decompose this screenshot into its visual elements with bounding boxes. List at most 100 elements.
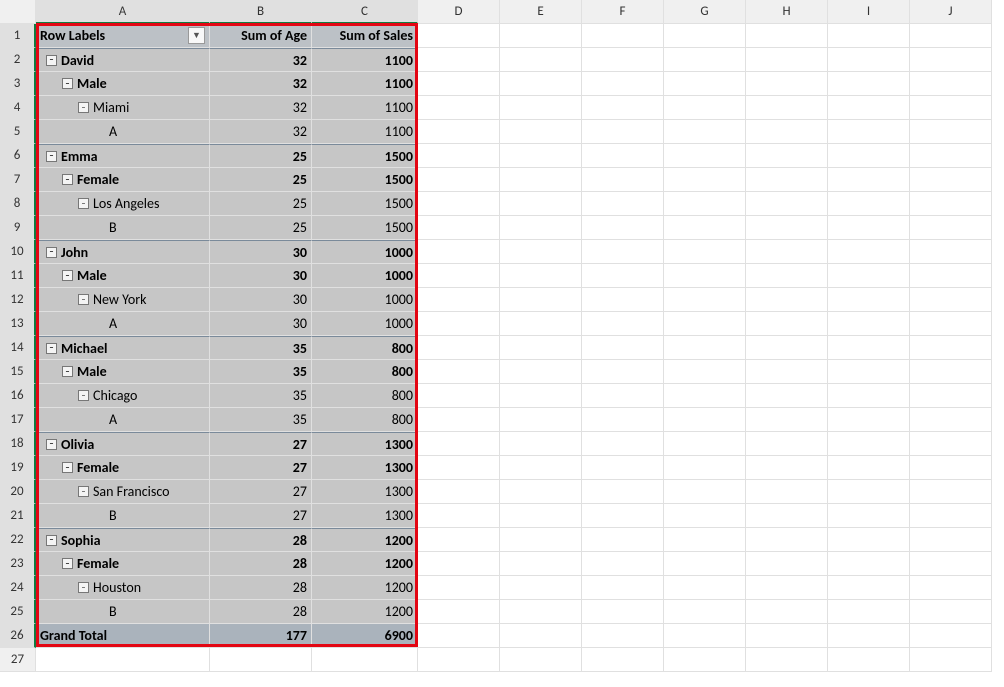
collapse-icon[interactable]: −: [78, 390, 89, 401]
cell-D21[interactable]: [418, 504, 500, 528]
cell-J19[interactable]: [910, 456, 992, 480]
row-header-23[interactable]: 23: [0, 552, 36, 576]
col-header-E[interactable]: E: [500, 0, 582, 24]
row-header-19[interactable]: 19: [0, 456, 36, 480]
cell-D10[interactable]: [418, 240, 500, 264]
pivot-cell-label[interactable]: −San Francisco: [36, 480, 210, 504]
cell-I16[interactable]: [828, 384, 910, 408]
pivot-cell-age[interactable]: 27: [210, 456, 312, 480]
cell-G8[interactable]: [664, 192, 746, 216]
cell-G25[interactable]: [664, 600, 746, 624]
cell-D5[interactable]: [418, 120, 500, 144]
row-header-12[interactable]: 12: [0, 288, 36, 312]
collapse-icon[interactable]: −: [46, 247, 57, 258]
cell-E21[interactable]: [500, 504, 582, 528]
cell-D25[interactable]: [418, 600, 500, 624]
pivot-cell-sales[interactable]: 1500: [312, 168, 418, 192]
cell-F6[interactable]: [582, 144, 664, 168]
cell-F24[interactable]: [582, 576, 664, 600]
cell-I20[interactable]: [828, 480, 910, 504]
cell-J6[interactable]: [910, 144, 992, 168]
col-header-F[interactable]: F: [582, 0, 664, 24]
cell-H22[interactable]: [746, 528, 828, 552]
cell-J16[interactable]: [910, 384, 992, 408]
row-header-15[interactable]: 15: [0, 360, 36, 384]
cell-I26[interactable]: [828, 624, 910, 648]
row-header-7[interactable]: 7: [0, 168, 36, 192]
pivot-cell-label[interactable]: A: [36, 408, 210, 432]
cell-G21[interactable]: [664, 504, 746, 528]
cell-D27[interactable]: [418, 648, 500, 672]
cell-F16[interactable]: [582, 384, 664, 408]
pivot-cell-label[interactable]: −Sophia: [36, 528, 210, 552]
cell-G17[interactable]: [664, 408, 746, 432]
cell-D4[interactable]: [418, 96, 500, 120]
cell-E11[interactable]: [500, 264, 582, 288]
cell-E14[interactable]: [500, 336, 582, 360]
cell-F23[interactable]: [582, 552, 664, 576]
pivot-cell-age[interactable]: 30: [210, 312, 312, 336]
cell-H12[interactable]: [746, 288, 828, 312]
cell-F10[interactable]: [582, 240, 664, 264]
cell-E16[interactable]: [500, 384, 582, 408]
cell-G16[interactable]: [664, 384, 746, 408]
cell-J4[interactable]: [910, 96, 992, 120]
pivot-cell-sales[interactable]: 1500: [312, 192, 418, 216]
cell-F9[interactable]: [582, 216, 664, 240]
pivot-cell-age[interactable]: 32: [210, 48, 312, 72]
cell-I17[interactable]: [828, 408, 910, 432]
pivot-cell-label[interactable]: −Michael: [36, 336, 210, 360]
cell-J23[interactable]: [910, 552, 992, 576]
pivot-cell-sales[interactable]: 1200: [312, 600, 418, 624]
cell-I23[interactable]: [828, 552, 910, 576]
cell-B27[interactable]: [210, 648, 312, 672]
collapse-icon[interactable]: −: [62, 366, 73, 377]
cell-H27[interactable]: [746, 648, 828, 672]
cell-D18[interactable]: [418, 432, 500, 456]
pivot-cell-label[interactable]: −Olivia: [36, 432, 210, 456]
cell-D1[interactable]: [418, 24, 500, 48]
cell-H15[interactable]: [746, 360, 828, 384]
cell-H16[interactable]: [746, 384, 828, 408]
cell-A27[interactable]: [36, 648, 210, 672]
cell-J17[interactable]: [910, 408, 992, 432]
pivot-header-cell-rowlabels[interactable]: Row Labels▼: [36, 24, 210, 48]
pivot-cell-sales[interactable]: 800: [312, 384, 418, 408]
cell-D6[interactable]: [418, 144, 500, 168]
col-header-J[interactable]: J: [910, 0, 992, 24]
cell-G22[interactable]: [664, 528, 746, 552]
cell-E4[interactable]: [500, 96, 582, 120]
row-header-1[interactable]: 1: [0, 24, 36, 48]
collapse-icon[interactable]: −: [78, 198, 89, 209]
cell-I15[interactable]: [828, 360, 910, 384]
cell-H4[interactable]: [746, 96, 828, 120]
cell-D19[interactable]: [418, 456, 500, 480]
row-header-6[interactable]: 6: [0, 144, 36, 168]
cell-E3[interactable]: [500, 72, 582, 96]
cell-F26[interactable]: [582, 624, 664, 648]
cell-I11[interactable]: [828, 264, 910, 288]
cell-F13[interactable]: [582, 312, 664, 336]
pivot-cell-age[interactable]: 25: [210, 216, 312, 240]
pivot-cell-age[interactable]: 28: [210, 576, 312, 600]
row-header-9[interactable]: 9: [0, 216, 36, 240]
cell-D16[interactable]: [418, 384, 500, 408]
cell-E25[interactable]: [500, 600, 582, 624]
cell-I2[interactable]: [828, 48, 910, 72]
cell-I19[interactable]: [828, 456, 910, 480]
cell-E5[interactable]: [500, 120, 582, 144]
pivot-cell-age[interactable]: 27: [210, 432, 312, 456]
pivot-cell-label[interactable]: −David: [36, 48, 210, 72]
cell-F15[interactable]: [582, 360, 664, 384]
cell-J12[interactable]: [910, 288, 992, 312]
cell-D2[interactable]: [418, 48, 500, 72]
cell-J24[interactable]: [910, 576, 992, 600]
cell-E13[interactable]: [500, 312, 582, 336]
cell-E26[interactable]: [500, 624, 582, 648]
cell-G15[interactable]: [664, 360, 746, 384]
cell-I13[interactable]: [828, 312, 910, 336]
cell-G12[interactable]: [664, 288, 746, 312]
cell-F8[interactable]: [582, 192, 664, 216]
pivot-cell-sales[interactable]: 1200: [312, 552, 418, 576]
cell-I25[interactable]: [828, 600, 910, 624]
